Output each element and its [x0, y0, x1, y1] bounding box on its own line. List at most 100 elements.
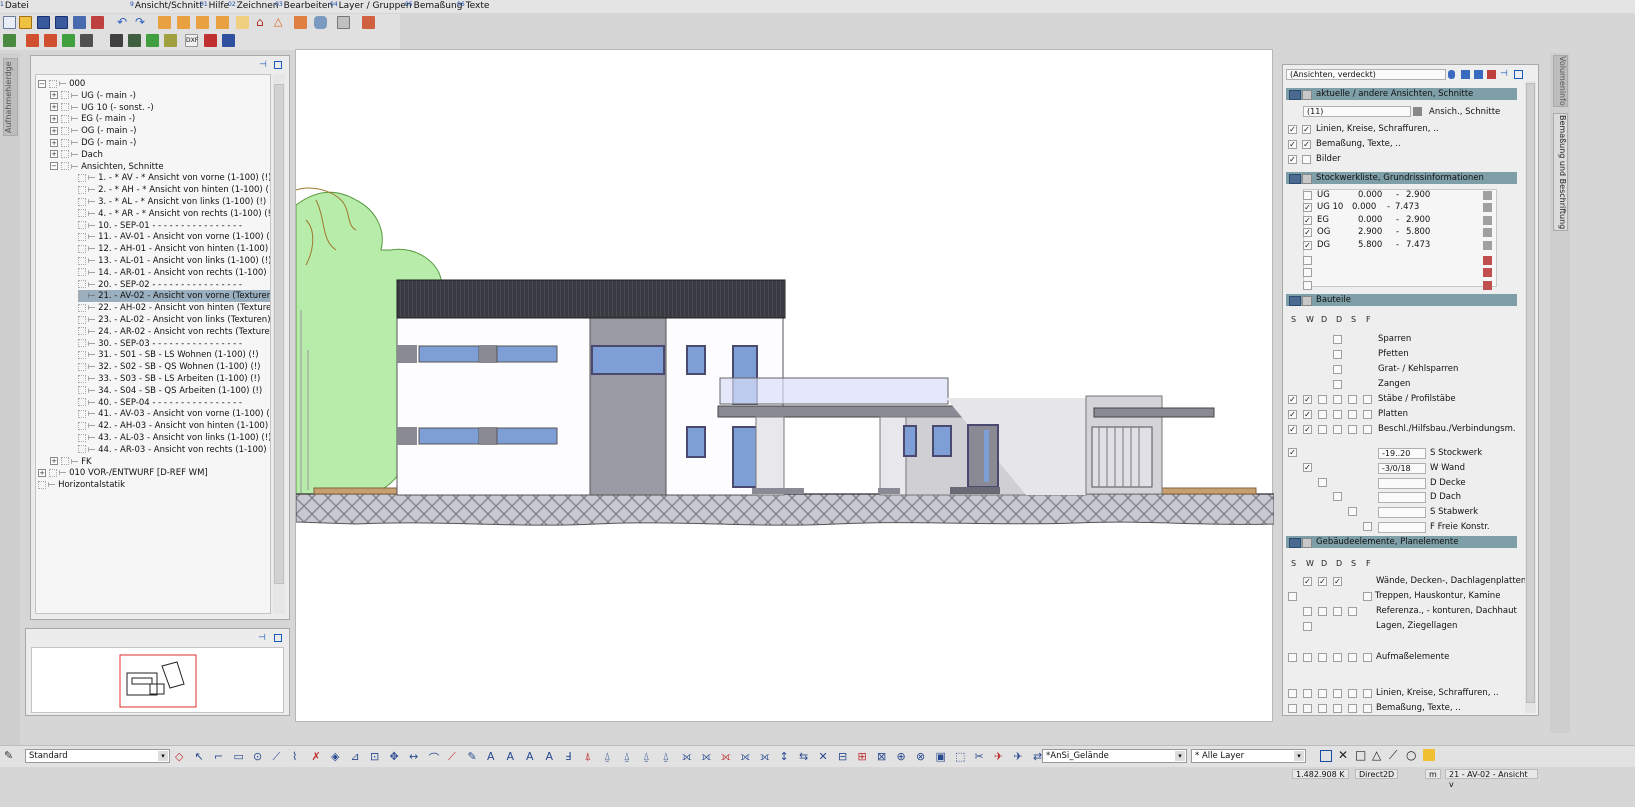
volumeninfo-tab[interactable]: Volumeninfo — [1553, 55, 1568, 107]
expand-icon[interactable]: + — [50, 126, 58, 135]
tree-item-checkbox[interactable] — [78, 362, 86, 371]
views-pick-icon[interactable] — [1413, 107, 1422, 116]
checkbox[interactable] — [1348, 704, 1357, 713]
collapse-icon[interactable]: − — [38, 79, 46, 88]
line-tool-icon[interactable]: ⟋ — [273, 750, 281, 764]
tree-scrollbar[interactable] — [273, 74, 285, 614]
curve-tool-icon[interactable]: ⌒ — [429, 750, 440, 766]
section-elements-header[interactable]: Gebäudeelemente, Planelemente — [1286, 536, 1517, 548]
filter-value-field[interactable] — [1378, 477, 1426, 489]
printer-icon[interactable] — [80, 34, 93, 47]
section-floors-header[interactable]: Stockwerkliste, Grundrissinformationen — [1286, 172, 1517, 184]
layer-select[interactable]: *AnSi_Gelände ▾ — [1042, 749, 1187, 763]
menu-item-7[interactable]: 06Texte — [457, 1, 489, 11]
frame-tool-icon[interactable]: ⬚ — [955, 750, 965, 763]
hatch-3-tool-icon[interactable]: ⟗ — [721, 750, 731, 764]
expand-icon[interactable]: + — [38, 468, 46, 477]
checkbox[interactable]: ✓ — [1333, 577, 1342, 586]
tree-item-checkbox[interactable] — [78, 268, 86, 277]
tree-item[interactable]: ⟝ Horizontalstatik — [38, 479, 129, 491]
checkbox[interactable] — [1333, 689, 1342, 698]
checkbox[interactable]: ✓ — [1302, 125, 1311, 134]
cross-icon[interactable]: ✕ — [1338, 748, 1348, 762]
expand-icon[interactable]: + — [50, 91, 58, 100]
menu-item-6[interactable]: 05Bemaßung — [405, 1, 462, 11]
menu-item-4[interactable]: 03Bearbeiten — [275, 1, 333, 11]
cancel-tool-icon[interactable]: ✕ — [819, 750, 828, 763]
tree-item[interactable]: ⟝ 14. - AR-01 - Ansicht von rechts (1-100… — [78, 267, 270, 279]
checkbox[interactable] — [1363, 425, 1372, 434]
right-scroll-thumb[interactable] — [1526, 83, 1535, 703]
checkbox[interactable]: ✓ — [1288, 410, 1297, 419]
dxf-icon[interactable]: DXF — [185, 34, 198, 47]
hatch-2-tool-icon[interactable]: ⟗ — [702, 750, 712, 764]
chart-icon[interactable] — [62, 34, 75, 47]
tree-item-checkbox[interactable] — [61, 103, 69, 112]
checkbox[interactable] — [1318, 704, 1327, 713]
floor-checkbox[interactable]: ✓ — [1303, 240, 1312, 250]
checkbox[interactable]: ✓ — [1288, 425, 1297, 434]
tree-item[interactable]: ⟝ 1. - * AV - * Ansicht von vorne (1-100)… — [78, 172, 270, 184]
save-as-icon[interactable] — [73, 16, 86, 29]
tree-item-checkbox[interactable] — [78, 421, 86, 430]
tree-item-checkbox[interactable] — [61, 457, 69, 466]
tree-item-checkbox[interactable] — [78, 409, 86, 418]
pen-icon[interactable]: ✎ — [4, 750, 16, 762]
tree-item[interactable]: + ⟝ UG (- main -) — [50, 90, 140, 102]
web-icon[interactable] — [222, 34, 235, 47]
checkbox[interactable] — [1348, 410, 1357, 419]
aufnahme-tab[interactable]: Aufnahmehierdge — [3, 58, 18, 136]
swap-tool-icon[interactable]: ⇄ — [1033, 750, 1042, 763]
align-tool-icon[interactable]: ⍋ — [585, 750, 592, 764]
layer-filter-select-arrow-icon[interactable]: ▾ — [1294, 751, 1304, 761]
checkbox[interactable]: ✓ — [1303, 395, 1312, 404]
rectangle-select-icon[interactable] — [1320, 750, 1332, 762]
checkbox[interactable] — [1318, 653, 1327, 662]
drawing-viewport[interactable] — [295, 49, 1275, 722]
floor-checkbox[interactable]: ✓ — [1303, 228, 1312, 238]
menu-item-3[interactable]: 02Zeichnen — [228, 1, 278, 11]
tree-item[interactable]: ⟝ 44. - AR-03 - Ansicht von rechts (1-100… — [78, 444, 270, 456]
checkbox[interactable] — [1288, 689, 1297, 698]
checkbox[interactable] — [1303, 653, 1312, 662]
angle-tool-icon[interactable]: ⊿ — [351, 750, 360, 763]
tree-item[interactable]: ⟝ 3. - * AL - * Ansicht von links (1-100)… — [78, 196, 270, 208]
tree-item-checkbox[interactable] — [78, 185, 86, 194]
tree-item-checkbox[interactable] — [78, 315, 86, 324]
tree-item[interactable]: + ⟝ OG (- main -) — [50, 125, 140, 137]
tree-scroll-thumb[interactable] — [274, 84, 284, 584]
undo-icon[interactable]: ↶ — [117, 16, 130, 29]
standard-select-arrow-icon[interactable]: ▾ — [158, 751, 168, 761]
tree-item[interactable]: ⟝ 4. - * AR - * Ansicht von rechts (1-100… — [78, 208, 270, 220]
checkbox[interactable] — [1318, 410, 1327, 419]
checkbox[interactable] — [1333, 350, 1342, 359]
nav-dock-icon[interactable] — [274, 634, 282, 642]
text-3-tool-icon[interactable]: A — [526, 750, 534, 763]
checkbox[interactable] — [1318, 395, 1327, 404]
floor-edit-icon[interactable] — [1483, 215, 1492, 225]
explode-tool-icon[interactable]: ⊠ — [877, 750, 886, 763]
filter-value-field[interactable]: -19..20 — [1378, 448, 1426, 459]
checkbox[interactable] — [1363, 704, 1372, 713]
collapse-icon[interactable]: − — [50, 162, 58, 171]
checkbox[interactable]: ✓ — [1303, 410, 1312, 419]
checkbox[interactable] — [1318, 425, 1327, 434]
bemassung-tab[interactable]: Bemaßung und Beschriftung — [1553, 113, 1568, 231]
checkbox[interactable] — [1348, 689, 1357, 698]
tree-item[interactable]: ⟝ 21. - AV-02 - Ansicht von vorne (Textur… — [78, 290, 270, 303]
dock-icon[interactable] — [274, 61, 282, 69]
checkbox[interactable] — [1363, 522, 1372, 531]
checkbox[interactable] — [1333, 653, 1342, 662]
checkbox[interactable] — [1333, 492, 1342, 502]
fly-tool-icon[interactable]: ✈ — [994, 750, 1003, 763]
views-field[interactable]: (11) — [1303, 106, 1411, 117]
floor-edit-icon[interactable] — [1483, 228, 1492, 238]
tree-item[interactable]: ⟝ 12. - AH-01 - Ansicht von hinten (1-100… — [78, 243, 270, 255]
checkbox[interactable] — [1303, 689, 1312, 698]
dim-4-tool-icon[interactable]: ⍙ — [663, 750, 670, 764]
tree-item[interactable]: + ⟝ DG (- main -) — [50, 137, 140, 149]
square-icon[interactable]: □ — [1355, 748, 1366, 762]
checkbox[interactable] — [1363, 653, 1372, 662]
tree-item[interactable]: ⟝ 43. - AL-03 - Ansicht von links (1-100)… — [78, 432, 270, 444]
grid-icon[interactable] — [236, 16, 249, 29]
